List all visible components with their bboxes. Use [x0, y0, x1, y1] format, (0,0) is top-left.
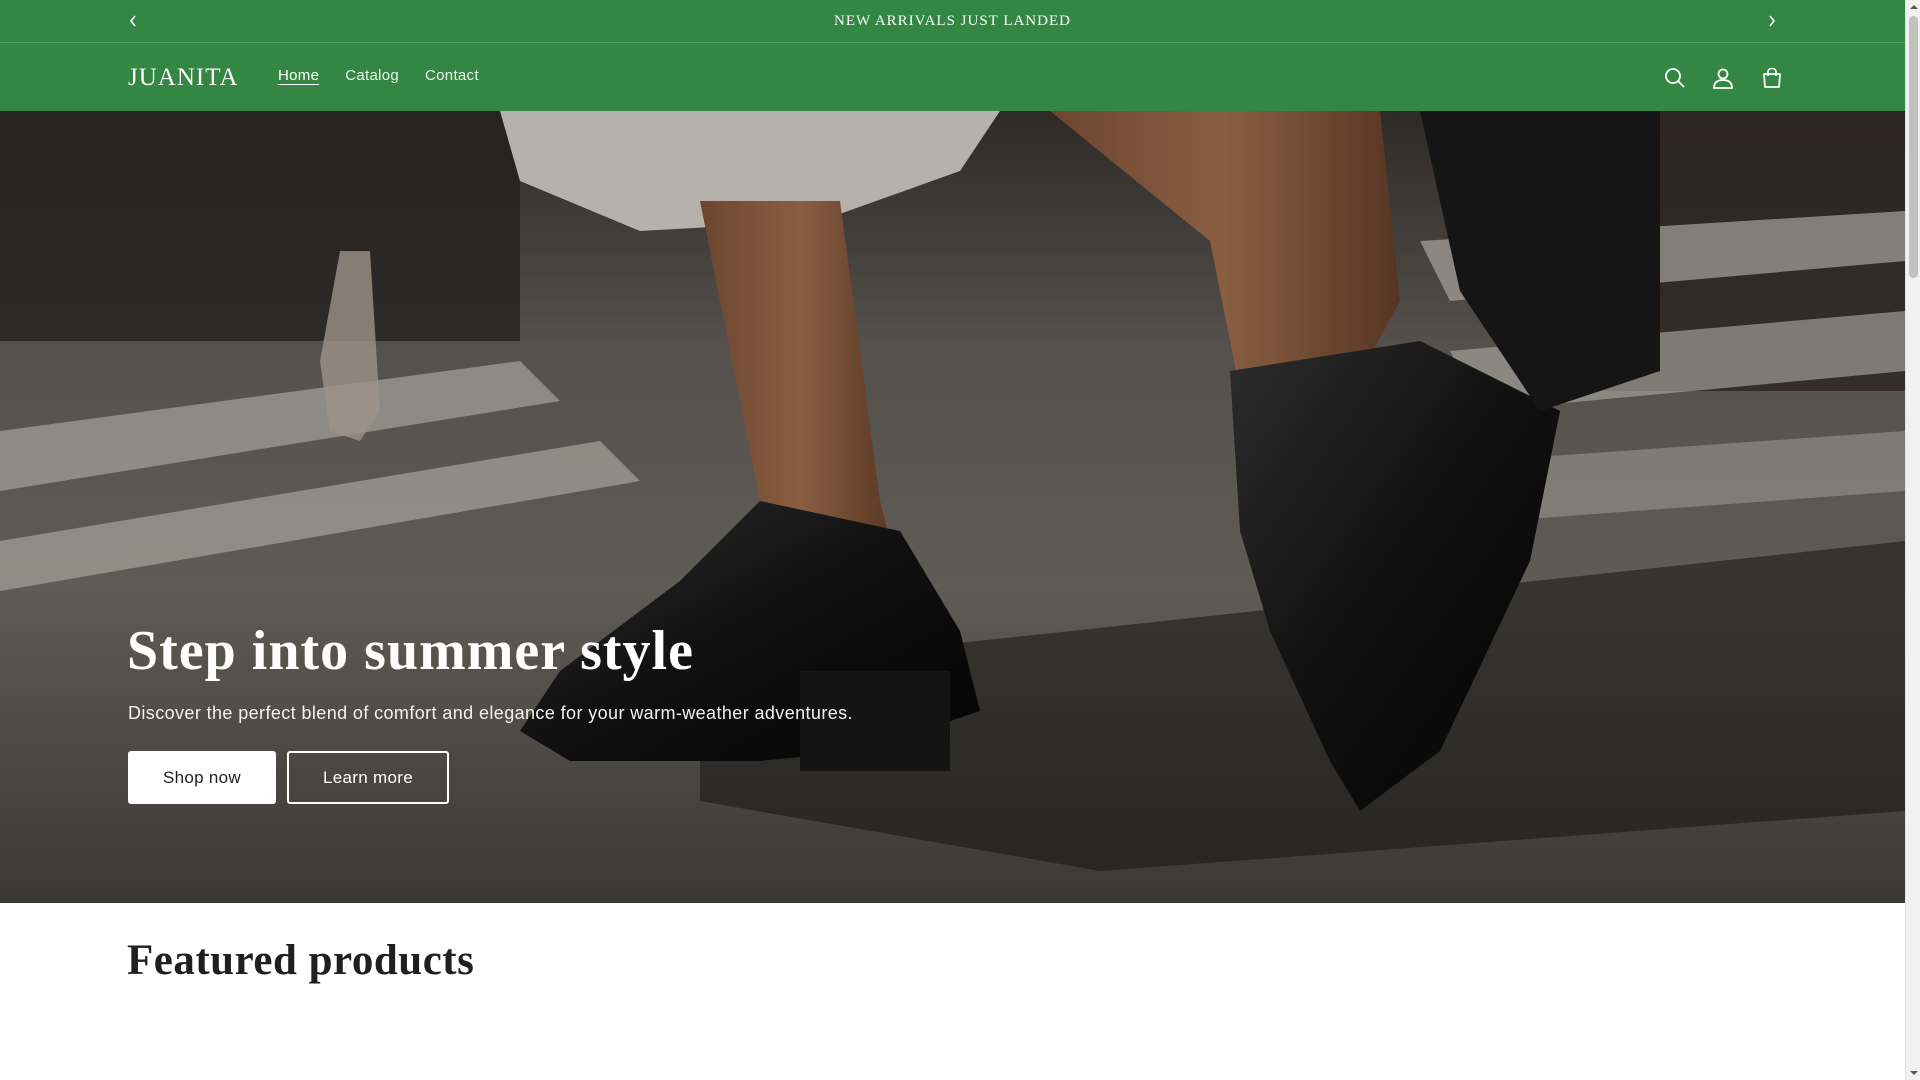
scroll-down-icon[interactable] [1906, 1066, 1920, 1080]
shop-now-button[interactable]: Shop now [128, 751, 276, 804]
account-button[interactable] [1707, 62, 1739, 94]
chevron-right-icon [1769, 15, 1776, 27]
search-icon [1665, 68, 1685, 88]
store-logo[interactable]: JUANITA [128, 63, 239, 93]
search-button[interactable] [1659, 62, 1691, 94]
nav-catalog[interactable]: Catalog [332, 65, 412, 87]
cart-icon [1763, 67, 1781, 88]
announcement-bar: NEW ARRIVALS JUST LANDED [0, 0, 1905, 43]
hero-banner: Step into summer style Discover the perf… [0, 111, 1905, 903]
announcement-text: NEW ARRIVALS JUST LANDED [834, 12, 1071, 29]
announcement-next-button[interactable] [1758, 8, 1786, 34]
scroll-up-icon[interactable] [1906, 0, 1920, 14]
learn-more-button[interactable]: Learn more [287, 751, 449, 804]
account-icon [1713, 68, 1733, 89]
site-header: JUANITA Home Catalog Contact [0, 43, 1905, 111]
hero-title: Step into summer style [127, 620, 694, 682]
announcement-prev-button[interactable] [119, 8, 147, 34]
nav-contact[interactable]: Contact [412, 65, 492, 87]
cart-button[interactable] [1756, 62, 1788, 94]
storefront-page: NEW ARRIVALS JUST LANDED JUANITA Home Ca… [0, 0, 1920, 1080]
chevron-left-icon [129, 15, 136, 27]
nav-home[interactable]: Home [265, 65, 332, 87]
scrollbar-thumb[interactable] [1909, 16, 1918, 278]
main-nav: Home Catalog Contact [265, 65, 492, 87]
hero-subtitle: Discover the perfect blend of comfort an… [128, 703, 853, 723]
hero-overlay [0, 111, 1905, 903]
page-scrollbar[interactable] [1905, 0, 1920, 1080]
featured-products-heading: Featured products [127, 937, 475, 984]
